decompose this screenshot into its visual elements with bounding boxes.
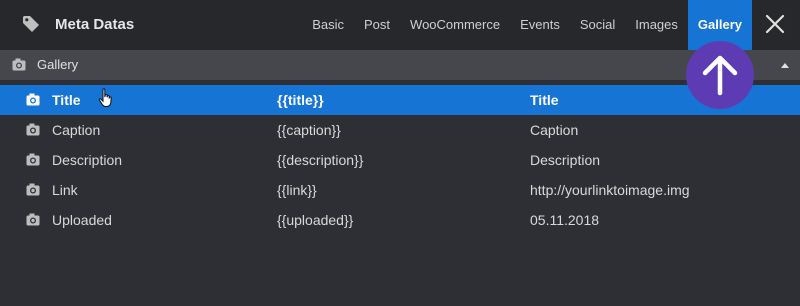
tab-woocommerce[interactable]: WooCommerce xyxy=(400,0,510,50)
tab-social[interactable]: Social xyxy=(570,0,625,50)
row-tag: {{description}} xyxy=(277,152,364,168)
row-tag: {{link}} xyxy=(277,182,317,198)
row-example: Description xyxy=(530,152,601,168)
row-tag: {{title}} xyxy=(277,92,324,108)
camera-icon xyxy=(26,153,40,166)
row-name: Description xyxy=(52,152,123,168)
close-icon[interactable] xyxy=(764,13,786,35)
table-row[interactable]: Caption {{caption}} Caption xyxy=(0,115,800,145)
table-row[interactable]: Link {{link}} http://yourlinktoimage.img xyxy=(0,175,800,205)
camera-icon xyxy=(26,213,40,226)
row-tag: {{uploaded}} xyxy=(277,212,354,228)
tag-icon xyxy=(23,16,39,32)
top-bar: Meta Datas Basic Post WooCommerce Events… xyxy=(0,0,800,50)
row-example: Title xyxy=(530,92,559,108)
camera-icon xyxy=(26,123,40,136)
tab-images[interactable]: Images xyxy=(625,0,688,50)
meta-table: Title {{title}} Title Caption {{caption}… xyxy=(0,85,800,235)
caret-up-icon[interactable] xyxy=(780,61,790,69)
table-row[interactable]: Uploaded {{uploaded}} 05.11.2018 xyxy=(0,205,800,235)
hand-cursor-icon xyxy=(98,88,112,107)
row-example: http://yourlinktoimage.img xyxy=(530,182,690,198)
scroll-up-button[interactable] xyxy=(686,41,754,109)
camera-icon xyxy=(26,93,40,106)
row-tag: {{caption}} xyxy=(277,122,341,138)
row-name: Uploaded xyxy=(52,212,112,228)
row-example: 05.11.2018 xyxy=(530,212,600,228)
tab-post[interactable]: Post xyxy=(354,0,400,50)
row-name: Title xyxy=(52,92,81,108)
table-row[interactable]: Description {{description}} Description xyxy=(0,145,800,175)
tab-events[interactable]: Events xyxy=(510,0,570,50)
camera-icon xyxy=(26,183,40,196)
tab-basic[interactable]: Basic xyxy=(302,0,354,50)
gallery-section-header[interactable]: Gallery xyxy=(0,50,800,80)
row-example: Caption xyxy=(530,122,579,138)
section-label: Gallery xyxy=(37,57,79,72)
arrow-up-icon xyxy=(702,55,738,96)
row-name: Link xyxy=(52,182,78,198)
app-title: Meta Datas xyxy=(55,16,135,33)
row-name: Caption xyxy=(52,122,101,138)
table-row[interactable]: Title {{title}} Title xyxy=(0,85,800,115)
tab-bar: Basic Post WooCommerce Events Social Ima… xyxy=(302,0,752,50)
camera-icon xyxy=(12,58,26,71)
